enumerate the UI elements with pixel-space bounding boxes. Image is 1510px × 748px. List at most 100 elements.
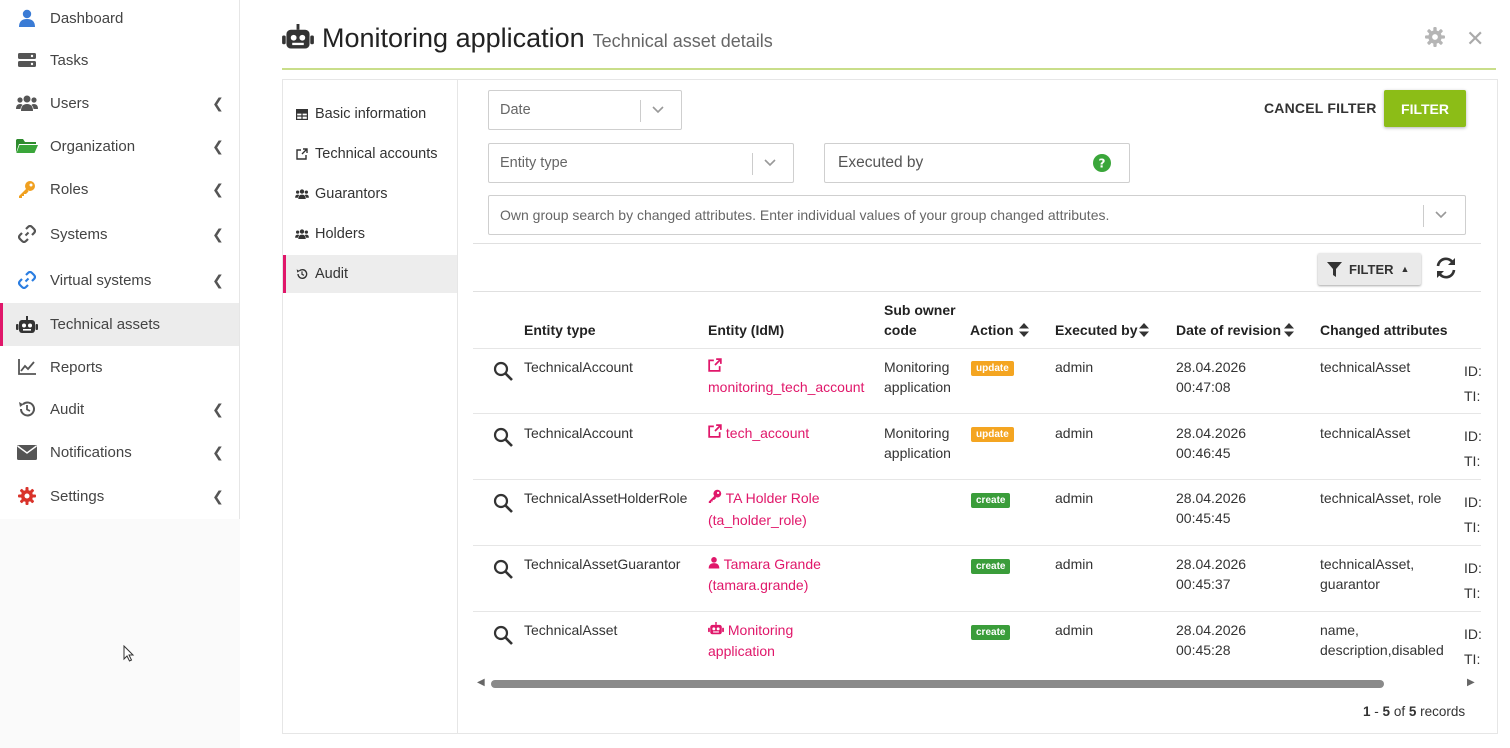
cog-icon bbox=[16, 486, 38, 506]
column-header-date[interactable]: Date of revision bbox=[1176, 320, 1281, 340]
sort-icon[interactable] bbox=[1139, 323, 1149, 337]
tab-audit[interactable]: Audit bbox=[283, 255, 457, 293]
user-icon bbox=[16, 8, 38, 28]
cancel-filter-button[interactable]: CANCEL FILTER bbox=[1264, 100, 1377, 116]
records-total: 5 bbox=[1408, 704, 1417, 719]
sidebar-item-reports[interactable]: Reports bbox=[0, 349, 239, 385]
close-icon[interactable]: ✕ bbox=[1466, 26, 1484, 52]
action-badge: update bbox=[971, 427, 1014, 442]
column-header-changed-attributes[interactable]: Changed attributes bbox=[1320, 320, 1448, 340]
cursor-icon bbox=[123, 645, 135, 662]
records-word: records bbox=[1420, 704, 1466, 719]
date-select[interactable]: Date bbox=[488, 90, 682, 130]
records-of: of bbox=[1393, 704, 1406, 719]
users-icon bbox=[16, 93, 38, 113]
cell-changed: technicalAsset bbox=[1320, 423, 1410, 443]
tab-label: Basic information bbox=[315, 106, 427, 122]
column-header-sub-owner[interactable]: Sub owner code bbox=[884, 300, 956, 340]
user-icon bbox=[708, 557, 720, 569]
filter-toggle-button[interactable]: FILTER ▲ bbox=[1318, 253, 1421, 285]
cell-changed: technicalAsset, guarantor bbox=[1320, 554, 1414, 594]
cell-entity-type: TechnicalAsset bbox=[524, 622, 618, 638]
scrollbar-thumb[interactable] bbox=[491, 680, 1384, 688]
cell-date-line: 00:45:45 bbox=[1176, 510, 1231, 526]
sort-icon[interactable] bbox=[1019, 323, 1029, 337]
cell-sub-owner: Monitoring application bbox=[884, 357, 951, 397]
sidebar-item-label: Roles bbox=[50, 180, 89, 198]
search-icon[interactable] bbox=[493, 625, 513, 645]
column-header-date-label: Date of revision bbox=[1176, 322, 1282, 338]
cell-entity-line: Monitoring bbox=[727, 622, 794, 638]
entity-type-select[interactable]: Entity type bbox=[488, 143, 794, 183]
scroll-left-icon[interactable]: ◀ bbox=[477, 677, 485, 688]
search-icon[interactable] bbox=[493, 361, 513, 381]
tab-technical-accounts[interactable]: Technical accounts bbox=[283, 135, 457, 173]
cell-entity-link[interactable]: Tamara Grande (tamara.grande) bbox=[708, 554, 821, 595]
tab-guarantors[interactable]: Guarantors bbox=[283, 175, 457, 213]
filter-button[interactable]: FILTER bbox=[1384, 90, 1466, 127]
column-header-action-label: Action bbox=[970, 322, 1014, 338]
cell-entity-link[interactable]: Monitoring application bbox=[708, 620, 793, 661]
action-badge: create bbox=[971, 493, 1011, 508]
help-icon[interactable]: ? bbox=[1093, 154, 1111, 177]
cell-changed-line: description,disabled bbox=[1320, 642, 1444, 658]
search-icon[interactable] bbox=[493, 427, 513, 447]
sidebar-item-virtual-systems[interactable]: Virtual systems ❮ bbox=[0, 262, 239, 298]
sidebar-item-systems[interactable]: Systems ❮ bbox=[0, 216, 239, 252]
cell-extra-line: ID: bbox=[1464, 560, 1482, 576]
cell-entity-type: TechnicalAccount bbox=[524, 425, 633, 441]
row-divider bbox=[473, 479, 1481, 480]
cell-entity-link[interactable]: TA Holder Role (ta_holder_role) bbox=[708, 488, 820, 530]
cell-entity-line: monitoring_tech_account bbox=[708, 379, 865, 395]
sidebar-item-settings[interactable]: Settings ❮ bbox=[0, 478, 239, 514]
cell-extra-line: ID: bbox=[1464, 494, 1482, 510]
sidebar-item-audit[interactable]: Audit ❮ bbox=[0, 391, 239, 427]
envelope-icon bbox=[16, 442, 38, 462]
row-divider bbox=[473, 413, 1481, 414]
tab-label: Guarantors bbox=[315, 186, 388, 202]
tab-basic-information[interactable]: Basic information bbox=[283, 95, 457, 133]
key-icon bbox=[16, 179, 38, 199]
column-header-entity-type[interactable]: Entity type bbox=[524, 320, 596, 340]
cell-sub-owner-line: application bbox=[884, 379, 951, 395]
chevron-left-icon: ❮ bbox=[212, 94, 224, 111]
sidebar-item-technical-assets[interactable]: Technical assets bbox=[0, 303, 239, 346]
cell-entity-line: TA Holder Role bbox=[725, 490, 820, 506]
gear-icon[interactable] bbox=[1425, 27, 1445, 50]
column-header-entity-idm[interactable]: Entity (IdM) bbox=[708, 320, 784, 340]
cell-entity-link[interactable]: monitoring_tech_account bbox=[708, 357, 864, 397]
column-header-executed-by[interactable]: Executed by bbox=[1055, 320, 1137, 340]
table-icon bbox=[295, 107, 309, 121]
cell-changed-line: technicalAsset bbox=[1320, 425, 1411, 441]
sidebar-item-dashboard[interactable]: Dashboard bbox=[0, 0, 239, 36]
sidebar-item-organization[interactable]: Organization ❮ bbox=[0, 128, 239, 164]
action-badge: update bbox=[971, 361, 1014, 376]
sidebar-item-roles[interactable]: Roles ❮ bbox=[0, 171, 239, 207]
tab-holders[interactable]: Holders bbox=[283, 215, 457, 253]
cell-entity-link[interactable]: tech_account bbox=[708, 423, 809, 443]
sidebar-item-tasks[interactable]: Tasks bbox=[0, 42, 239, 78]
search-icon[interactable] bbox=[493, 493, 513, 513]
users-icon bbox=[295, 187, 309, 201]
cell-date-line: 00:45:37 bbox=[1176, 576, 1231, 592]
chevron-left-icon: ❮ bbox=[212, 225, 224, 242]
action-badge: create bbox=[971, 559, 1011, 574]
refresh-icon[interactable] bbox=[1434, 256, 1458, 283]
search-icon[interactable] bbox=[493, 559, 513, 579]
cell-entity-line: Tamara Grande bbox=[723, 556, 821, 572]
cell-date-line: 00:45:28 bbox=[1176, 642, 1231, 658]
changed-attributes-select[interactable]: Own group search by changed attributes. … bbox=[488, 195, 1466, 235]
scroll-right-icon[interactable]: ▶ bbox=[1467, 677, 1475, 688]
sort-icon[interactable] bbox=[1284, 323, 1294, 337]
chevron-left-icon: ❮ bbox=[212, 400, 224, 417]
sidebar-item-users[interactable]: Users ❮ bbox=[0, 85, 239, 121]
history-icon bbox=[16, 399, 38, 419]
cell-extra-line: ID: bbox=[1464, 428, 1482, 444]
cell-executed-by: admin bbox=[1055, 359, 1094, 375]
executed-by-input[interactable]: Executed by ? bbox=[824, 143, 1130, 183]
sidebar-item-notifications[interactable]: Notifications ❮ bbox=[0, 434, 239, 470]
row-divider bbox=[473, 348, 1481, 349]
page-title: Monitoring application bbox=[322, 22, 585, 53]
sidebar-item-label: Users bbox=[50, 94, 90, 112]
column-header-action[interactable]: Action bbox=[970, 320, 1014, 340]
